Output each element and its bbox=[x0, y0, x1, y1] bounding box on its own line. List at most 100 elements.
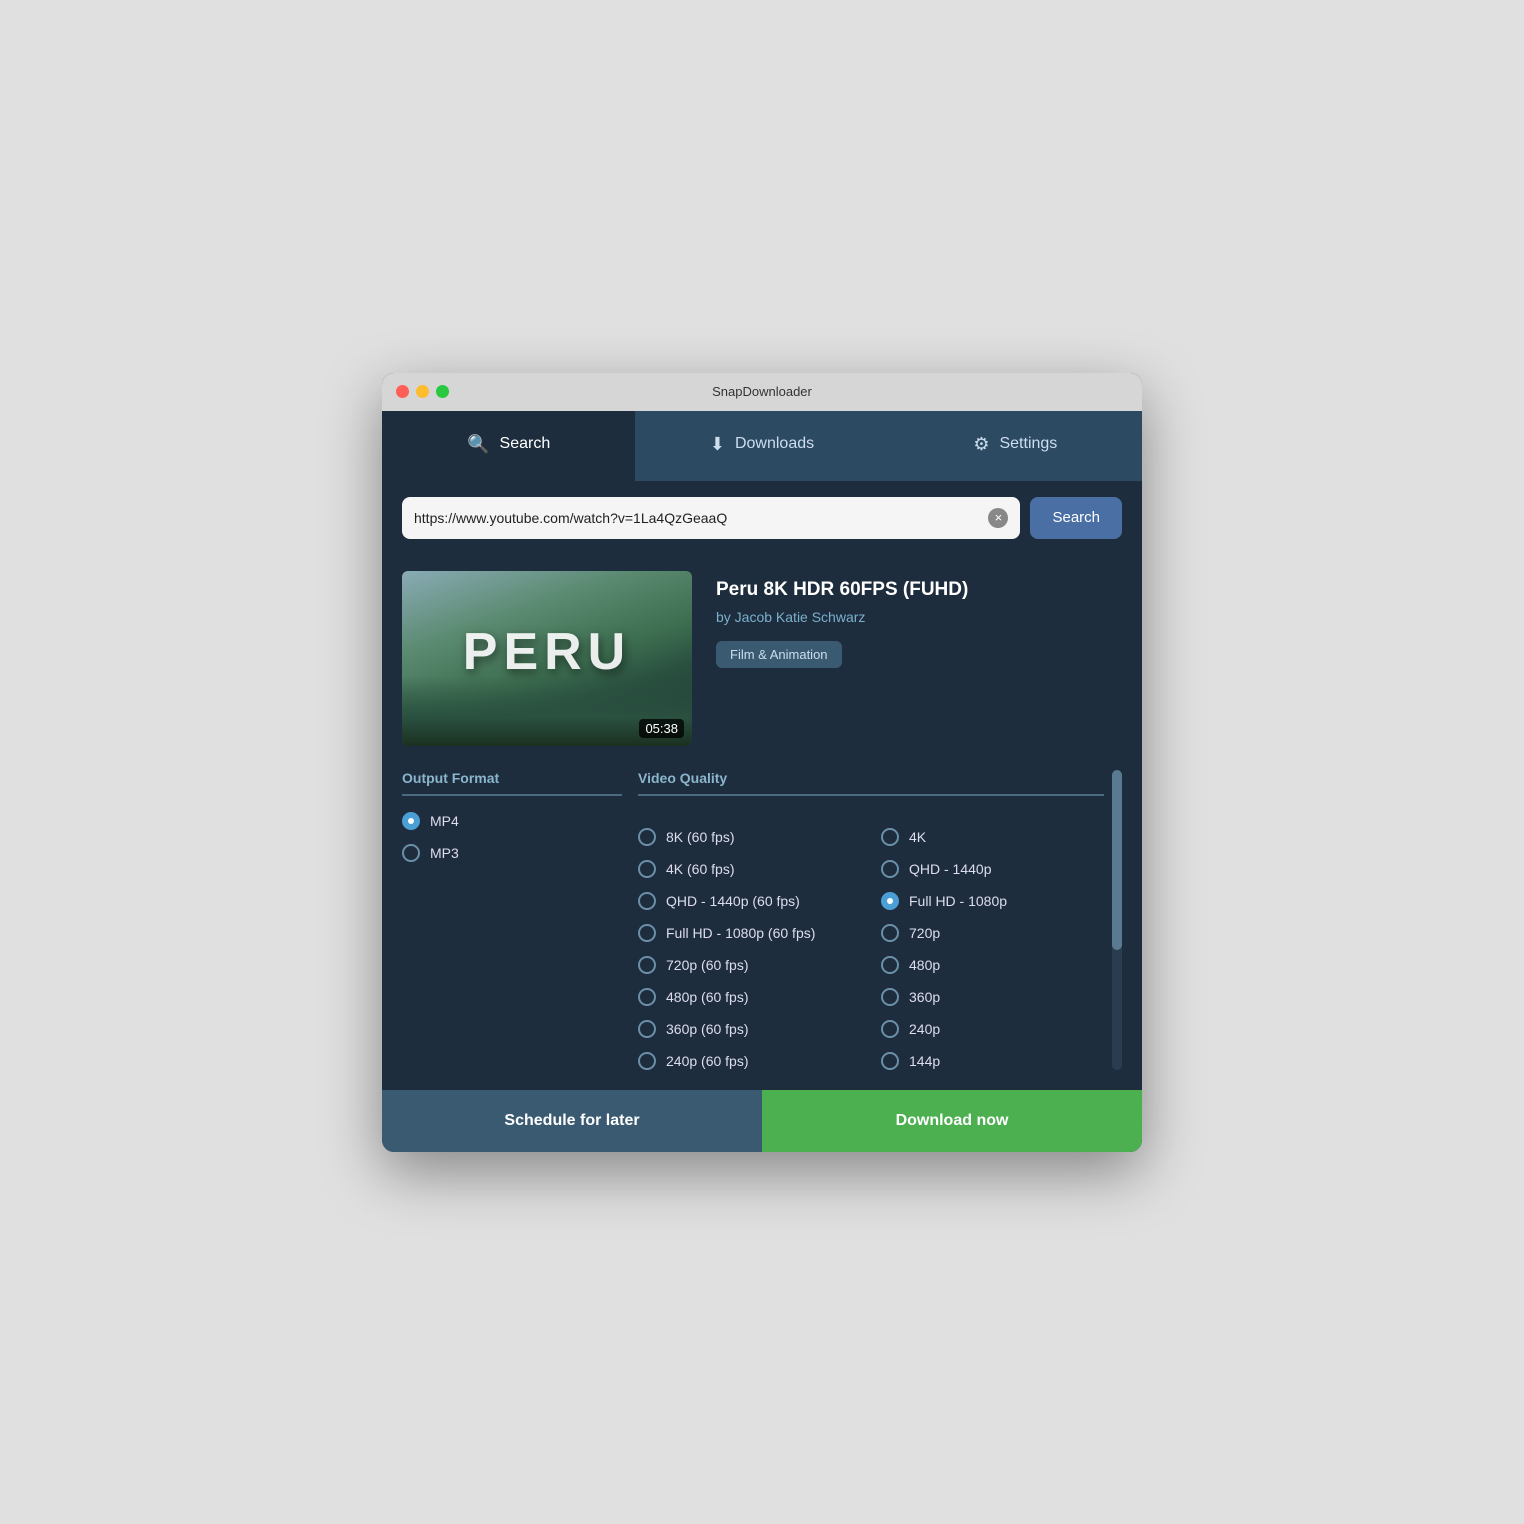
thumbnail: PERU 05:38 bbox=[402, 571, 692, 746]
tab-downloads[interactable]: ⬇ Downloads bbox=[635, 411, 888, 481]
quality-720p[interactable]: 720p bbox=[881, 924, 1104, 942]
quality-720p60[interactable]: 720p (60 fps) bbox=[638, 956, 861, 974]
quality-144p[interactable]: 144p bbox=[881, 1052, 1104, 1070]
app-window: SnapDownloader 🔍 Search ⬇ Downloads ⚙ Se… bbox=[382, 373, 1142, 1152]
tab-settings[interactable]: ⚙ Settings bbox=[889, 411, 1142, 481]
quality-left-options: 8K (60 fps) 4K (60 fps) QHD - 1440p (60 … bbox=[638, 828, 861, 1070]
quality-720p-label: 720p bbox=[909, 925, 940, 941]
maximize-button[interactable] bbox=[436, 385, 449, 398]
quality-720p60-radio[interactable] bbox=[638, 956, 656, 974]
footer: Schedule for later Download now bbox=[382, 1090, 1142, 1152]
quality-4k[interactable]: 4K bbox=[881, 828, 1104, 846]
format-mp3-option[interactable]: MP3 bbox=[402, 844, 622, 862]
video-info-row: PERU 05:38 Peru 8K HDR 60FPS (FUHD) by J… bbox=[402, 571, 1122, 746]
thumbnail-peru-text: PERU bbox=[463, 622, 631, 682]
quality-4k-radio[interactable] bbox=[881, 828, 899, 846]
quality-fhd60[interactable]: Full HD - 1080p (60 fps) bbox=[638, 924, 861, 942]
quality-right-options: 4K QHD - 1440p Full HD - 1080p bbox=[881, 828, 1104, 1070]
quality-144p-label: 144p bbox=[909, 1053, 940, 1069]
quality-4k60[interactable]: 4K (60 fps) bbox=[638, 860, 861, 878]
quality-fhd[interactable]: Full HD - 1080p bbox=[881, 892, 1104, 910]
video-meta: Peru 8K HDR 60FPS (FUHD) by Jacob Katie … bbox=[716, 571, 1122, 746]
url-input-wrapper: × bbox=[402, 497, 1020, 539]
nav-bar: 🔍 Search ⬇ Downloads ⚙ Settings bbox=[382, 411, 1142, 481]
format-mp3-label: MP3 bbox=[430, 845, 459, 861]
quality-240p[interactable]: 240p bbox=[881, 1020, 1104, 1038]
format-mp3-radio[interactable] bbox=[402, 844, 420, 862]
close-button[interactable] bbox=[396, 385, 409, 398]
quality-qhd60-radio[interactable] bbox=[638, 892, 656, 910]
quality-480p-radio[interactable] bbox=[881, 956, 899, 974]
category-badge: Film & Animation bbox=[716, 641, 842, 668]
quality-grid: 8K (60 fps) 4K (60 fps) QHD - 1440p (60 … bbox=[638, 812, 1104, 1070]
quality-left-col: 8K (60 fps) 4K (60 fps) QHD - 1440p (60 … bbox=[638, 812, 861, 1070]
format-mp4-option[interactable]: MP4 bbox=[402, 812, 622, 830]
output-format-section: Output Format MP4 MP3 bbox=[402, 770, 622, 1070]
scrollbar-track[interactable] bbox=[1112, 770, 1122, 1070]
quality-720p60-label: 720p (60 fps) bbox=[666, 957, 749, 973]
quality-480p60-label: 480p (60 fps) bbox=[666, 989, 749, 1005]
tab-search-label: Search bbox=[500, 435, 551, 453]
quality-fhd-label: Full HD - 1080p bbox=[909, 893, 1007, 909]
quality-240p60-label: 240p (60 fps) bbox=[666, 1053, 749, 1069]
quality-480p[interactable]: 480p bbox=[881, 956, 1104, 974]
video-author: by Jacob Katie Schwarz bbox=[716, 609, 1122, 625]
quality-fhd60-label: Full HD - 1080p (60 fps) bbox=[666, 925, 815, 941]
video-quality-section: Video Quality 8K (60 fps) bbox=[638, 770, 1122, 1070]
options-row: Output Format MP4 MP3 Video Quality bbox=[402, 770, 1122, 1070]
format-mp4-radio[interactable] bbox=[402, 812, 420, 830]
quality-right-col: 4K QHD - 1440p Full HD - 1080p bbox=[881, 812, 1104, 1070]
search-nav-icon: 🔍 bbox=[467, 434, 489, 455]
quality-8k60-label: 8K (60 fps) bbox=[666, 829, 734, 845]
quality-480p60-radio[interactable] bbox=[638, 988, 656, 1006]
quality-qhd[interactable]: QHD - 1440p bbox=[881, 860, 1104, 878]
quality-360p60-radio[interactable] bbox=[638, 1020, 656, 1038]
settings-nav-icon: ⚙ bbox=[973, 434, 989, 455]
tab-search[interactable]: 🔍 Search bbox=[382, 411, 635, 481]
schedule-button[interactable]: Schedule for later bbox=[382, 1090, 762, 1152]
video-duration: 05:38 bbox=[639, 719, 684, 738]
quality-360p-radio[interactable] bbox=[881, 988, 899, 1006]
quality-fhd-radio[interactable] bbox=[881, 892, 899, 910]
quality-4k60-label: 4K (60 fps) bbox=[666, 861, 734, 877]
quality-360p[interactable]: 360p bbox=[881, 988, 1104, 1006]
quality-240p-radio[interactable] bbox=[881, 1020, 899, 1038]
traffic-lights bbox=[396, 385, 449, 398]
minimize-button[interactable] bbox=[416, 385, 429, 398]
quality-720p-radio[interactable] bbox=[881, 924, 899, 942]
search-bar-section: × Search bbox=[382, 481, 1142, 555]
quality-480p-label: 480p bbox=[909, 957, 940, 973]
quality-qhd60[interactable]: QHD - 1440p (60 fps) bbox=[638, 892, 861, 910]
quality-fhd60-radio[interactable] bbox=[638, 924, 656, 942]
download-button[interactable]: Download now bbox=[762, 1090, 1142, 1152]
downloads-nav-icon: ⬇ bbox=[710, 434, 725, 455]
quality-144p-radio[interactable] bbox=[881, 1052, 899, 1070]
quality-240p60-radio[interactable] bbox=[638, 1052, 656, 1070]
quality-columns: Video Quality 8K (60 fps) bbox=[638, 770, 1104, 1070]
titlebar: SnapDownloader bbox=[382, 373, 1142, 411]
quality-480p60[interactable]: 480p (60 fps) bbox=[638, 988, 861, 1006]
quality-qhd60-label: QHD - 1440p (60 fps) bbox=[666, 893, 800, 909]
output-format-options: MP4 MP3 bbox=[402, 812, 622, 862]
quality-qhd-label: QHD - 1440p bbox=[909, 861, 991, 877]
scrollbar-thumb[interactable] bbox=[1112, 770, 1122, 950]
tab-downloads-label: Downloads bbox=[735, 435, 814, 453]
quality-8k60-radio[interactable] bbox=[638, 828, 656, 846]
clear-button[interactable]: × bbox=[988, 508, 1008, 528]
quality-240p-label: 240p bbox=[909, 1021, 940, 1037]
url-input[interactable] bbox=[414, 510, 988, 526]
quality-qhd-radio[interactable] bbox=[881, 860, 899, 878]
quality-240p60[interactable]: 240p (60 fps) bbox=[638, 1052, 861, 1070]
quality-4k-label: 4K bbox=[909, 829, 926, 845]
quality-4k60-radio[interactable] bbox=[638, 860, 656, 878]
quality-360p60[interactable]: 360p (60 fps) bbox=[638, 1020, 861, 1038]
tab-settings-label: Settings bbox=[999, 435, 1057, 453]
content-area: PERU 05:38 Peru 8K HDR 60FPS (FUHD) by J… bbox=[382, 555, 1142, 1090]
quality-360p-label: 360p bbox=[909, 989, 940, 1005]
format-mp4-label: MP4 bbox=[430, 813, 459, 829]
app-title: SnapDownloader bbox=[712, 384, 812, 399]
output-format-label: Output Format bbox=[402, 770, 622, 796]
quality-8k60[interactable]: 8K (60 fps) bbox=[638, 828, 861, 846]
video-title: Peru 8K HDR 60FPS (FUHD) bbox=[716, 579, 1122, 601]
search-button[interactable]: Search bbox=[1030, 497, 1122, 539]
